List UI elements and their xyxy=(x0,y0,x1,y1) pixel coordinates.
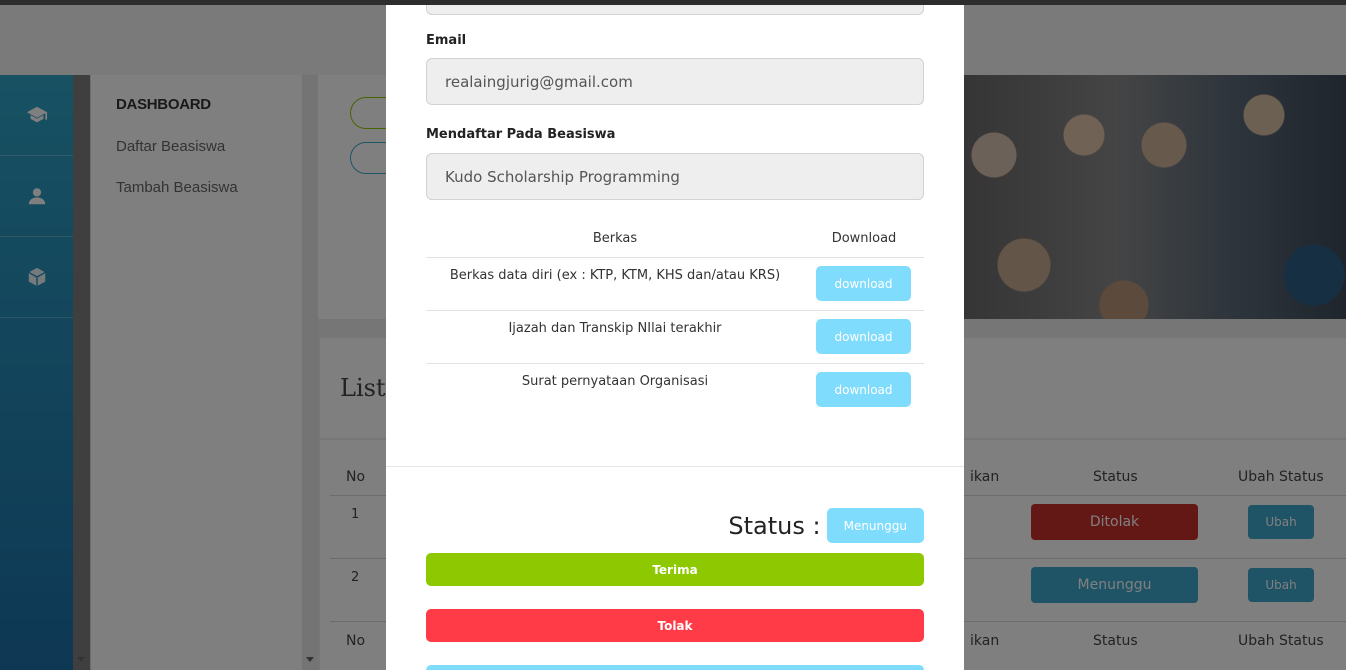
berkas-name: Ijazah dan Transkip NIlai terakhir xyxy=(508,321,722,336)
info-button[interactable] xyxy=(426,665,924,670)
download-button[interactable]: download xyxy=(816,319,911,354)
table-header-berkas: Berkas xyxy=(592,231,638,246)
email-field[interactable]: realaingjurig@gmail.com xyxy=(426,58,924,105)
berkas-name: Berkas data diri (ex : KTP, KTM, KHS dan… xyxy=(449,268,781,283)
email-label: Email xyxy=(426,33,467,48)
table-row: Berkas data diri (ex : KTP, KTM, KHS dan… xyxy=(426,258,924,311)
status-badge: Menunggu xyxy=(826,508,924,543)
status-label: Status : xyxy=(728,511,821,540)
previous-field xyxy=(426,5,924,15)
terima-button[interactable]: Terima xyxy=(426,553,924,586)
status-row: Status : Menunggu xyxy=(728,508,924,543)
detail-modal: Email realaingjurig@gmail.com Mendaftar … xyxy=(386,5,964,670)
download-button[interactable]: download xyxy=(816,266,911,301)
table-header-download: Download xyxy=(831,231,897,246)
berkas-table: Berkas Download Berkas data diri (ex : K… xyxy=(426,223,924,416)
beasiswa-field[interactable]: Kudo Scholarship Programming xyxy=(426,153,924,200)
table-row: Ijazah dan Transkip NIlai terakhir downl… xyxy=(426,311,924,364)
table-header-row: Berkas Download xyxy=(426,223,924,258)
berkas-name: Surat pernyataan Organisasi xyxy=(521,374,709,389)
tolak-button[interactable]: Tolak xyxy=(426,609,924,642)
download-button[interactable]: download xyxy=(816,372,911,407)
modal-divider xyxy=(386,466,964,467)
beasiswa-label: Mendaftar Pada Beasiswa xyxy=(426,127,616,142)
table-row: Surat pernyataan Organisasi download xyxy=(426,364,924,416)
